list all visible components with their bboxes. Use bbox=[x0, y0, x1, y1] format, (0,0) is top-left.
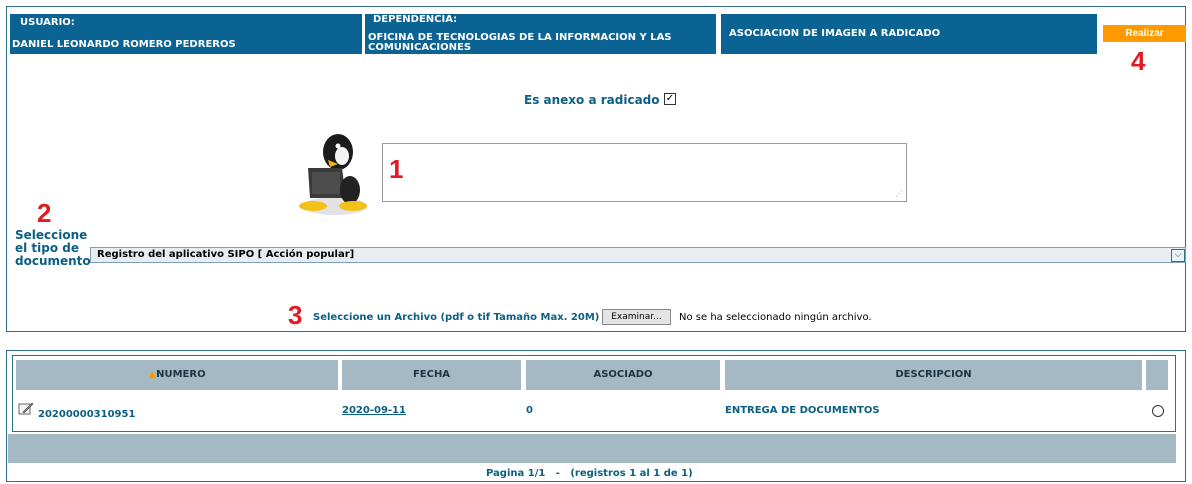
usuario-box: USUARIO: DANIEL LEONARDO ROMERO PEDREROS bbox=[10, 14, 362, 54]
no-file-status: No se ha seleccionado ningún archivo. bbox=[679, 312, 872, 323]
row-descripcion: ENTREGA DE DOCUMENTOS bbox=[725, 405, 880, 416]
chevron-down-icon[interactable]: ⌵ bbox=[1171, 249, 1185, 262]
tipo-documento-select[interactable]: Registro del aplicativo SIPO [ Acción po… bbox=[90, 247, 1186, 263]
column-header-select bbox=[1146, 360, 1168, 390]
annotation-1: 1 bbox=[389, 154, 404, 184]
column-header-descripcion[interactable]: DESCRIPCION bbox=[725, 360, 1142, 390]
row-numero[interactable]: 20200000310951 bbox=[38, 409, 135, 420]
pager-bar bbox=[8, 434, 1176, 463]
annotation-2: 2 bbox=[37, 198, 52, 228]
resize-grip-icon[interactable]: ⋰ bbox=[895, 190, 905, 200]
examinar-button[interactable]: Examinar... bbox=[602, 309, 671, 325]
accion-box: ASOCIACION DE IMAGEN A RADICADO bbox=[721, 14, 1097, 54]
dependencia-value: OFICINA DE TECNOLOGIAS DE LA INFORMACION… bbox=[368, 32, 672, 53]
sort-asc-icon: ▲ bbox=[148, 369, 157, 380]
accion-title: ASOCIACION DE IMAGEN A RADICADO bbox=[729, 28, 941, 39]
row-asociado: 0 bbox=[526, 405, 533, 416]
tux-penguin-laptop-icon bbox=[299, 134, 367, 215]
usuario-value: DANIEL LEONARDO ROMERO PEDREROS bbox=[12, 39, 236, 50]
pager-text: Pagina 1/1 - (registros 1 al 1 de 1) bbox=[486, 468, 693, 479]
dependencia-box: DEPENDENCIA: OFICINA DE TECNOLOGIAS DE L… bbox=[365, 14, 716, 54]
usuario-label: USUARIO: bbox=[20, 17, 75, 28]
comment-textarea[interactable] bbox=[382, 143, 907, 202]
realizar-button[interactable]: Realizar bbox=[1103, 25, 1186, 42]
archivo-label: Seleccione un Archivo (pdf o tif Tamaño … bbox=[313, 312, 600, 323]
dependencia-label: DEPENDENCIA: bbox=[373, 14, 458, 25]
row-fecha[interactable]: 2020-09-11 bbox=[342, 405, 406, 416]
edit-pencil-icon[interactable] bbox=[18, 402, 34, 416]
column-header-numero[interactable]: ▲NUMERO bbox=[16, 360, 338, 390]
row-select-radio[interactable] bbox=[1152, 405, 1164, 417]
column-header-numero-label: NUMERO bbox=[156, 369, 206, 380]
annotation-4: 4 bbox=[1131, 46, 1146, 76]
annotation-3: 3 bbox=[288, 300, 303, 330]
tipo-documento-label: Seleccione el tipo de documento bbox=[15, 228, 91, 268]
anexo-checkbox[interactable]: ✓ bbox=[664, 93, 676, 105]
column-header-asociado[interactable]: ASOCIADO bbox=[526, 360, 720, 390]
anexo-label: Es anexo a radicado bbox=[524, 93, 660, 107]
column-header-fecha[interactable]: FECHA bbox=[342, 360, 521, 390]
